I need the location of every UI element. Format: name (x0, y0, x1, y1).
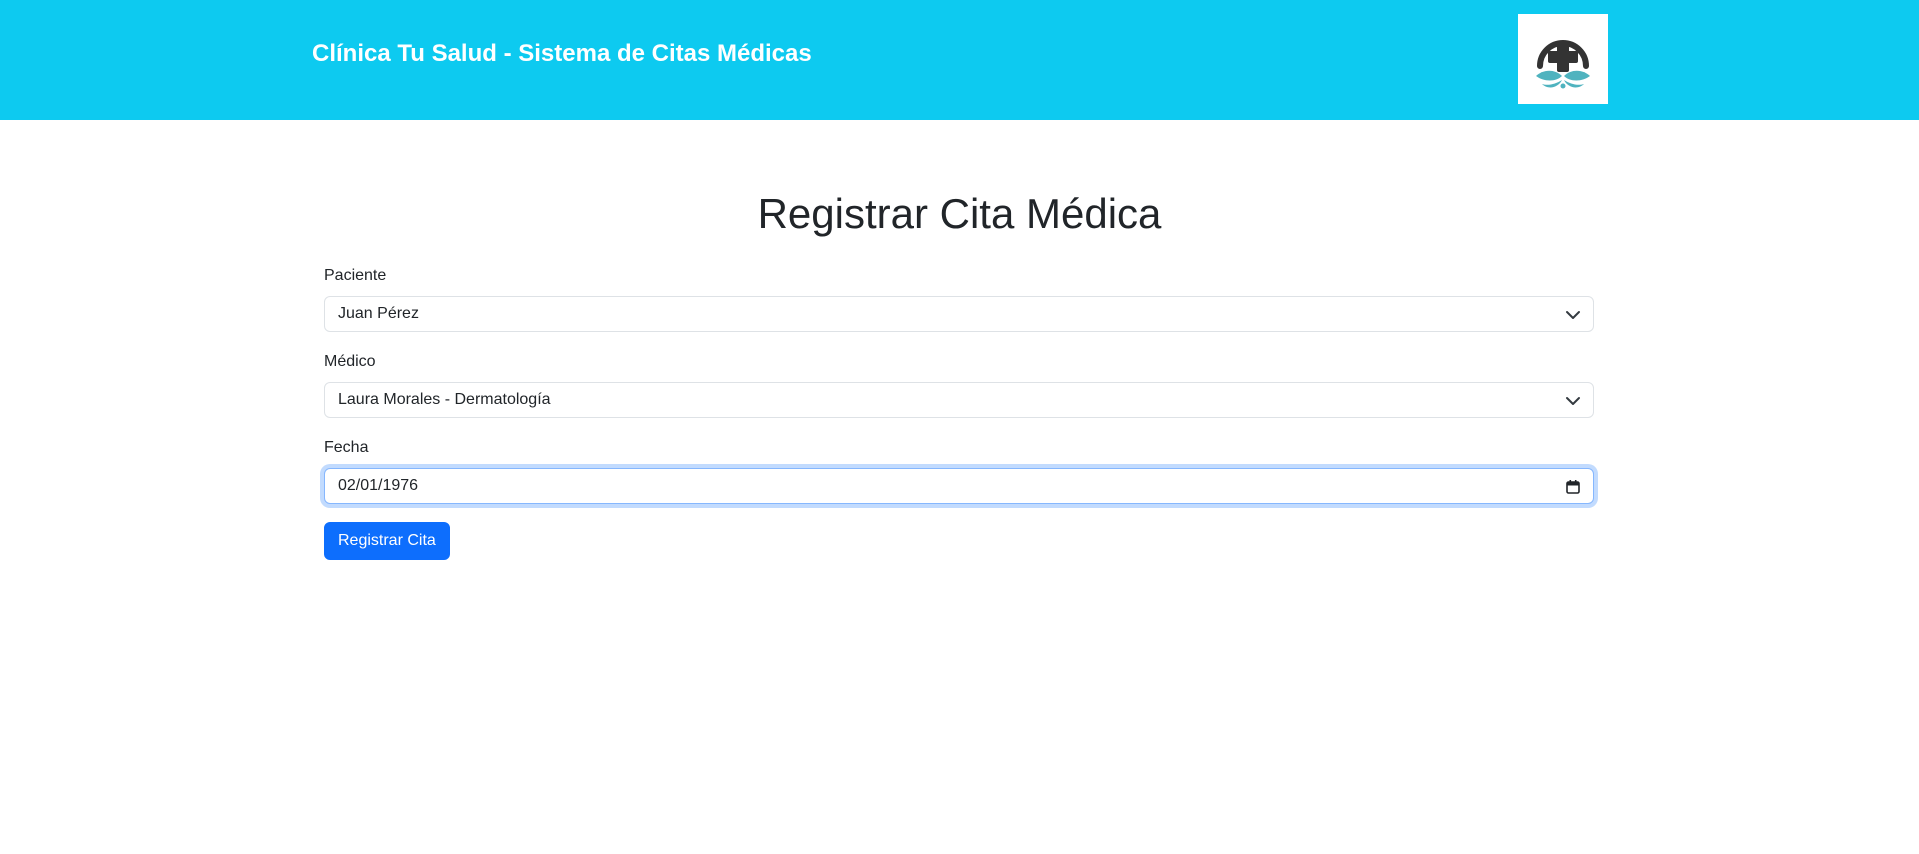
paciente-label: Paciente (324, 267, 387, 284)
calendar-icon[interactable] (1565, 479, 1581, 495)
chevron-down-icon (1566, 397, 1580, 405)
site-header: Clínica Tu Salud - Sistema de Citas Médi… (0, 0, 1919, 120)
fecha-date-value: 02/01/1976 (338, 477, 419, 494)
clinic-logo (1518, 14, 1608, 104)
paciente-select-value: Juan Pérez (338, 305, 419, 322)
medical-cross-logo-icon (1536, 40, 1590, 89)
medico-select-value: Laura Morales - Dermatología (338, 391, 551, 408)
page-title: Registrar Cita Médica (757, 190, 1162, 237)
brand-title[interactable]: Clínica Tu Salud - Sistema de Citas Médi… (312, 40, 812, 68)
paciente-select[interactable]: Juan Pérez (324, 296, 1594, 332)
registrar-cita-button[interactable]: Registrar Cita (324, 522, 450, 560)
medico-label: Médico (324, 353, 376, 370)
fecha-label: Fecha (324, 439, 369, 456)
fecha-date-input[interactable]: 02/01/1976 (324, 468, 1594, 504)
chevron-down-icon (1566, 311, 1580, 319)
medico-select[interactable]: Laura Morales - Dermatología (324, 382, 1594, 418)
